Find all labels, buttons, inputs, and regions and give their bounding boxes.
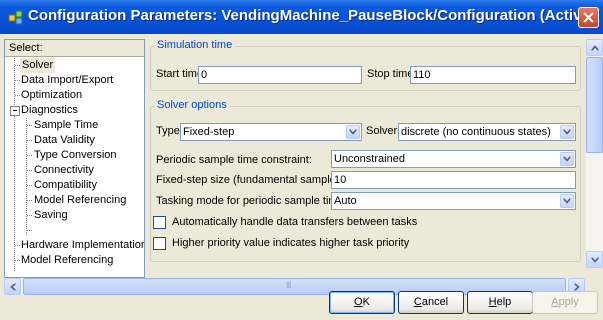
chevron-down-icon[interactable]	[560, 194, 574, 208]
tree-connector	[27, 215, 32, 216]
tree-connector	[27, 230, 32, 231]
tree-connector	[27, 125, 32, 126]
vertical-scroll-thumb[interactable]	[586, 57, 603, 153]
arrow-up-icon	[591, 45, 598, 50]
tree-connector	[15, 80, 20, 81]
ok-mnemonic: O	[354, 296, 363, 308]
tree-item-model-referencing-diag[interactable]: Model Referencing	[34, 193, 126, 208]
help-label: elp	[496, 296, 512, 308]
chevron-down-icon[interactable]	[560, 152, 574, 166]
tree-connector	[27, 140, 32, 141]
cancel-button[interactable]: Cancel	[398, 291, 464, 314]
tree-item-data-validity[interactable]: Data Validity	[34, 133, 95, 148]
tasking-mode-label: Tasking mode for periodic sample times:	[156, 195, 353, 207]
priority-checkbox[interactable]	[153, 237, 166, 250]
tasking-mode-value: Auto	[334, 195, 357, 207]
periodic-constraint-value: Unconstrained	[334, 153, 405, 165]
apply-mnemonic: A	[551, 296, 559, 308]
tree-connector	[14, 58, 15, 271]
chevron-down-icon[interactable]	[560, 125, 574, 139]
configuration-parameters-window: Configuration Parameters: VendingMachine…	[0, 0, 603, 320]
type-value: Fixed-step	[183, 126, 235, 138]
solver-select[interactable]: discrete (no continuous states)	[398, 123, 576, 141]
auto-transfer-checkbox[interactable]	[153, 216, 166, 229]
scroll-down-button[interactable]	[586, 251, 603, 268]
scroll-left-button[interactable]	[4, 278, 21, 295]
tree-item-solver[interactable]: Solver	[20, 58, 56, 73]
tree-item-sample-time[interactable]: Sample Time	[34, 118, 98, 133]
priority-label: Higher priority value indicates higher t…	[172, 237, 410, 249]
tree-item-compatibility[interactable]: Compatibility	[34, 178, 97, 193]
title-bar[interactable]: Configuration Parameters: VendingMachine…	[0, 0, 603, 34]
tree-header: Select:	[5, 40, 144, 57]
arrow-right-icon	[574, 283, 579, 290]
tree-item-saving[interactable]: Saving	[34, 208, 68, 223]
close-button[interactable]	[578, 7, 599, 28]
tree-item-model-referencing[interactable]: Model Referencing	[21, 253, 113, 268]
tree-connector	[15, 95, 20, 96]
periodic-constraint-select[interactable]: Unconstrained	[331, 150, 576, 168]
help-button[interactable]: Help	[467, 291, 533, 314]
type-label: Type:	[156, 125, 183, 137]
tree-connector	[27, 200, 32, 201]
tree-connector	[26, 118, 27, 235]
periodic-constraint-label: Periodic sample time constraint:	[156, 154, 312, 166]
apply-label: pply	[558, 296, 579, 308]
auto-transfer-label: Automatically handle data transfers betw…	[172, 216, 418, 228]
category-tree[interactable]: Select: Solver Data Import/Export Optimi…	[4, 39, 145, 278]
cancel-label: ancel	[421, 296, 449, 308]
minus-box-icon[interactable]	[10, 106, 20, 116]
solver-value: discrete (no continuous states)	[401, 126, 551, 138]
tree-connector	[15, 245, 20, 246]
tree-item-diagnostics[interactable]: Diagnostics	[21, 103, 78, 118]
scroll-up-button[interactable]	[586, 39, 603, 56]
tree-connector	[27, 170, 32, 171]
help-mnemonic: H	[488, 296, 497, 308]
tree-item-optimization[interactable]: Optimization	[21, 88, 82, 103]
arrow-down-icon	[591, 257, 598, 262]
window-title: Configuration Parameters: VendingMachine…	[28, 7, 595, 24]
close-icon	[583, 12, 594, 23]
chevron-down-icon[interactable]	[346, 125, 360, 139]
tree-connector	[27, 185, 32, 186]
solver-label: Solver:	[366, 125, 401, 137]
scroll-grip-icon: III	[286, 280, 291, 290]
fixed-step-size-input[interactable]: 10	[331, 171, 576, 189]
tree-item-data-import-export[interactable]: Data Import/Export	[21, 73, 113, 88]
start-time-input[interactable]: 0	[198, 66, 362, 84]
simulation-time-title: Simulation time	[154, 39, 236, 51]
tree-item-hardware-implementation[interactable]: Hardware Implementation	[21, 238, 144, 253]
solver-options-title: Solver options	[154, 99, 230, 111]
tree-item-connectivity[interactable]: Connectivity	[34, 163, 94, 178]
tree-connector	[15, 260, 20, 261]
vertical-scrollbar[interactable]	[586, 39, 603, 268]
ok-button[interactable]: OK	[329, 291, 395, 314]
tasking-mode-select[interactable]: Auto	[331, 192, 576, 210]
stop-time-input[interactable]: 110	[410, 66, 576, 84]
type-select[interactable]: Fixed-step	[180, 123, 362, 141]
cancel-mnemonic: C	[413, 296, 422, 308]
ok-label: K	[362, 296, 370, 308]
simulink-config-icon	[8, 9, 24, 25]
tree-connector	[27, 155, 32, 156]
apply-button[interactable]: Apply	[532, 291, 598, 314]
arrow-left-icon	[10, 283, 15, 290]
tree-item-type-conversion[interactable]: Type Conversion	[34, 148, 117, 163]
